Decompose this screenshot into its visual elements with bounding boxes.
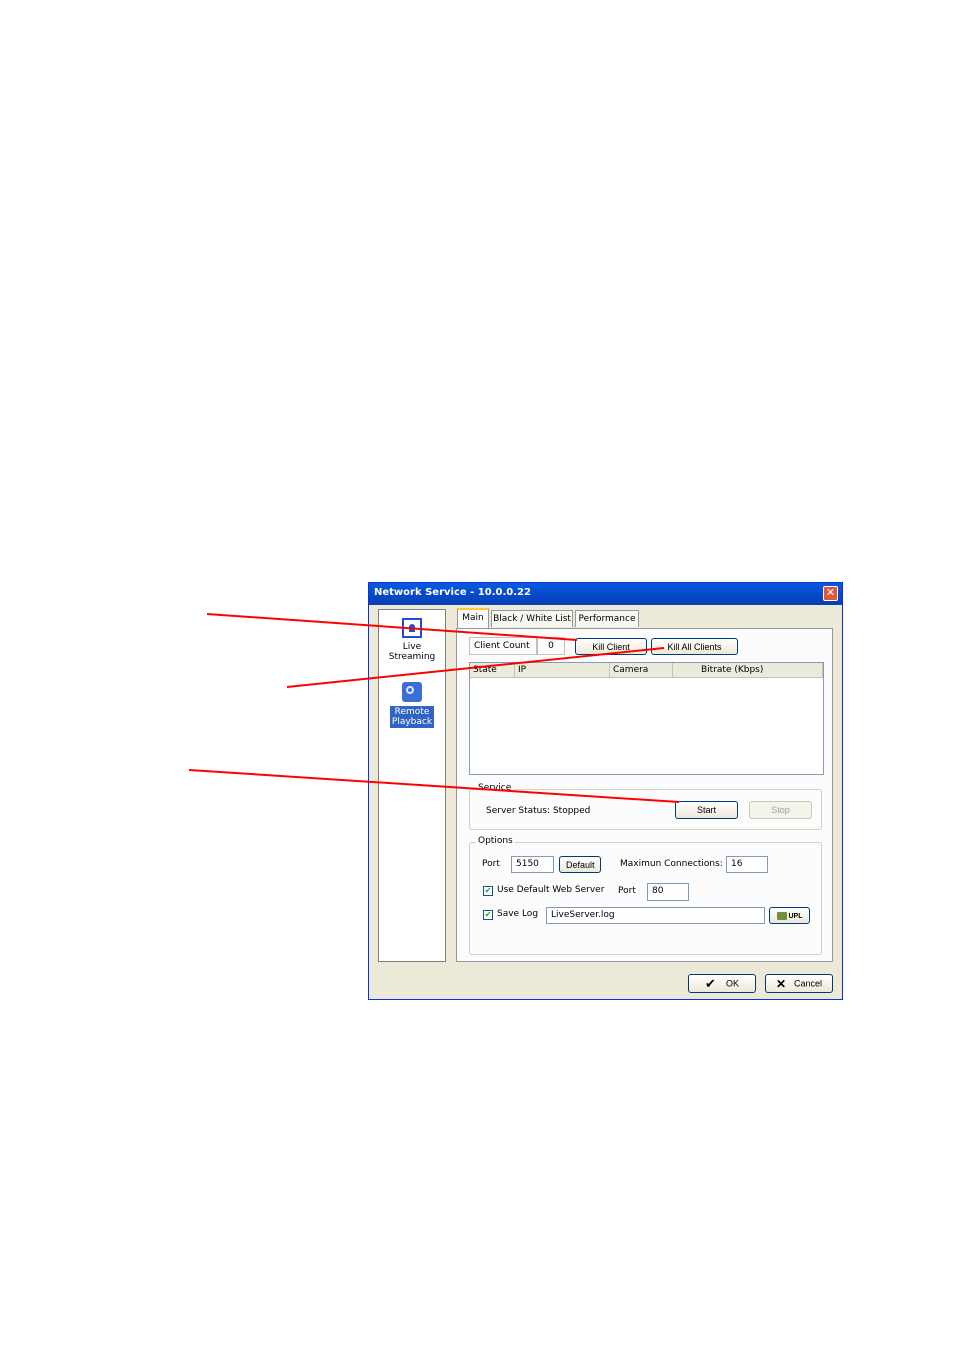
annotation-line-kill-all-clients: [286, 647, 665, 688]
annotation-line-start: [188, 769, 680, 803]
annotation-line-kill-client: [206, 613, 578, 641]
annotation-overlay: [188, 613, 680, 803]
